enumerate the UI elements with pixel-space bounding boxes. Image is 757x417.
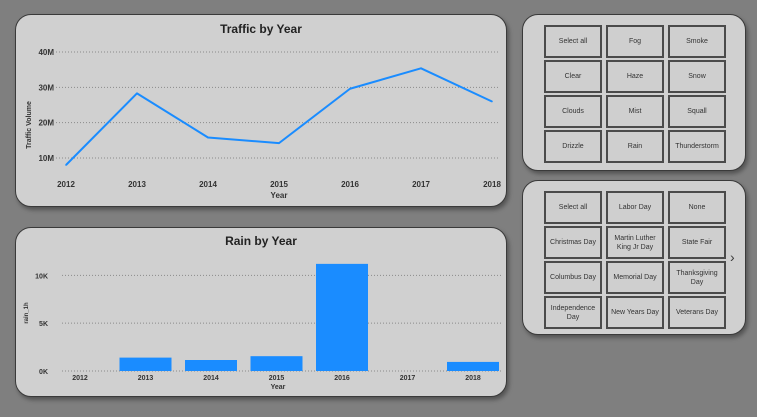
holiday-option[interactable]: None [668,191,726,224]
weather-option[interactable]: Fog [606,25,664,58]
traffic-y-tick-label: 30M [38,83,54,92]
holiday-option-label: Columbus Day [550,274,596,281]
weather-option[interactable]: Squall [668,95,726,128]
weather-option-label: Rain [627,143,643,150]
traffic-y-tick-label: 40M [38,48,54,57]
weather-slicer-grid: Select all Fog Smoke Clear Haze Snow Clouds Mis… [544,25,726,163]
traffic-series-line [65,67,493,166]
rain-y-tick-label: 10K [35,273,48,280]
holiday-option[interactable]: Thanksgiving Day [668,261,726,294]
weather-option[interactable]: Rain [606,130,664,163]
rain-chart-plot: rain_1h Year 0K 5K 10K 2012 2013 2014 2015 2016… [24,263,502,391]
rain-x-tick-label: 2017 [400,375,416,382]
holiday-option-label: New Years Day [611,309,659,316]
weather-option-label: Select all [558,38,588,45]
holiday-option[interactable]: Columbus Day [544,261,602,294]
weather-option-label: Thunderstorm [675,143,719,150]
rain-x-tick-label: 2012 [72,375,88,382]
traffic-data-point [349,87,351,90]
weather-option[interactable]: Mist [606,95,664,128]
weather-option-label: Smoke [686,38,708,45]
rain-bar [316,263,368,371]
holiday-option[interactable]: State Fair [668,226,726,259]
weather-option-label: Clouds [562,108,584,115]
weather-option[interactable]: Select all [544,25,602,58]
weather-option[interactable]: Clear [544,60,602,93]
holiday-option-label: State Fair [681,239,713,246]
holiday-option-label: Independence Day [550,304,596,321]
holiday-option[interactable]: Independence Day [544,296,602,329]
traffic-data-point [65,164,67,166]
holiday-slicer-grid: Select all Labor Day None Christmas Day Mart… [544,191,726,329]
holiday-slicer: Select all Labor Day None Christmas Day Mart… [522,180,746,335]
traffic-data-point [136,92,138,95]
rain-by-year-chart[interactable]: Rain by Year rain_1h Year 0K 5K 10K 2012 201… [15,227,507,397]
traffic-data-point [207,136,209,139]
holiday-option[interactable]: Select all [544,191,602,224]
traffic-data-point [491,100,493,103]
rain-x-tick-label: 2013 [138,375,154,382]
traffic-by-year-chart[interactable]: Traffic by Year Traffic Volume Year 10M 2… [15,14,507,207]
chevron-right-icon[interactable]: › [730,249,735,265]
weather-option[interactable]: Snow [668,60,726,93]
holiday-option-label: Memorial Day [613,274,657,281]
holiday-option[interactable]: Memorial Day [606,261,664,294]
holiday-option-label: Martin Luther King Jr Day [614,234,656,251]
traffic-x-tick-label: 2013 [128,180,146,189]
rain-bar [185,360,237,371]
traffic-x-tick-label: 2014 [199,180,217,189]
traffic-x-tick-label: 2018 [483,180,501,189]
traffic-y-tick-label: 10M [38,154,54,163]
rain-x-tick-label: 2018 [465,375,481,382]
rain-y-tick-label: 5K [39,321,48,328]
weather-option-label: Haze [626,73,644,80]
rain-y-axis-label: rain_1h [24,302,30,324]
rain-bar [250,356,303,371]
traffic-y-axis-label: Traffic Volume [26,101,33,149]
traffic-data-point [278,142,280,144]
weather-option[interactable]: Thunderstorm [668,130,726,163]
traffic-x-tick-label: 2012 [57,180,75,189]
weather-option-label: Drizzle [562,143,584,150]
traffic-x-axis-label: Year [271,191,288,200]
weather-option[interactable]: Clouds [544,95,602,128]
weather-option-label: Fog [628,38,642,45]
weather-option-label: Mist [628,108,642,115]
traffic-x-tick-label: 2017 [412,180,430,189]
holiday-option[interactable]: Veterans Day [668,296,726,329]
holiday-option[interactable]: Labor Day [606,191,664,224]
holiday-option-label: Thanksgiving Day [676,269,718,286]
holiday-option-label: None [688,204,706,211]
weather-option-label: Clear [564,73,582,80]
weather-option[interactable]: Haze [606,60,664,93]
traffic-x-tick-label: 2015 [270,180,288,189]
weather-option-label: Snow [688,73,706,80]
weather-option[interactable]: Drizzle [544,130,602,163]
traffic-x-tick-label: 2016 [341,180,359,189]
rain-y-tick-label: 0K [39,369,48,376]
holiday-option-label: Veterans Day [675,309,719,316]
holiday-option[interactable]: New Years Day [606,296,664,329]
rain-bar [119,357,172,371]
holiday-option[interactable]: Christmas Day [544,226,602,259]
holiday-option[interactable]: Martin Luther King Jr Day [606,226,664,259]
holiday-option-label: Labor Day [618,204,652,211]
weather-option-label: Squall [687,108,707,115]
weather-option[interactable]: Smoke [668,25,726,58]
traffic-chart-plot: Traffic Volume Year 10M 20M 30M 40M 2012 2013… [26,48,501,200]
traffic-y-tick-label: 20M [38,119,54,128]
traffic-data-point [420,67,422,70]
rain-x-tick-label: 2015 [269,375,285,382]
rain-x-axis-label: Year [271,384,286,391]
rain-x-tick-label: 2014 [203,375,219,382]
rain-bar [447,361,499,371]
holiday-option-label: Select all [558,204,588,211]
rain-x-tick-label: 2016 [334,375,350,382]
weather-slicer: Select all Fog Smoke Clear Haze Snow Clouds Mis… [522,14,746,171]
holiday-option-label: Christmas Day [550,239,596,246]
